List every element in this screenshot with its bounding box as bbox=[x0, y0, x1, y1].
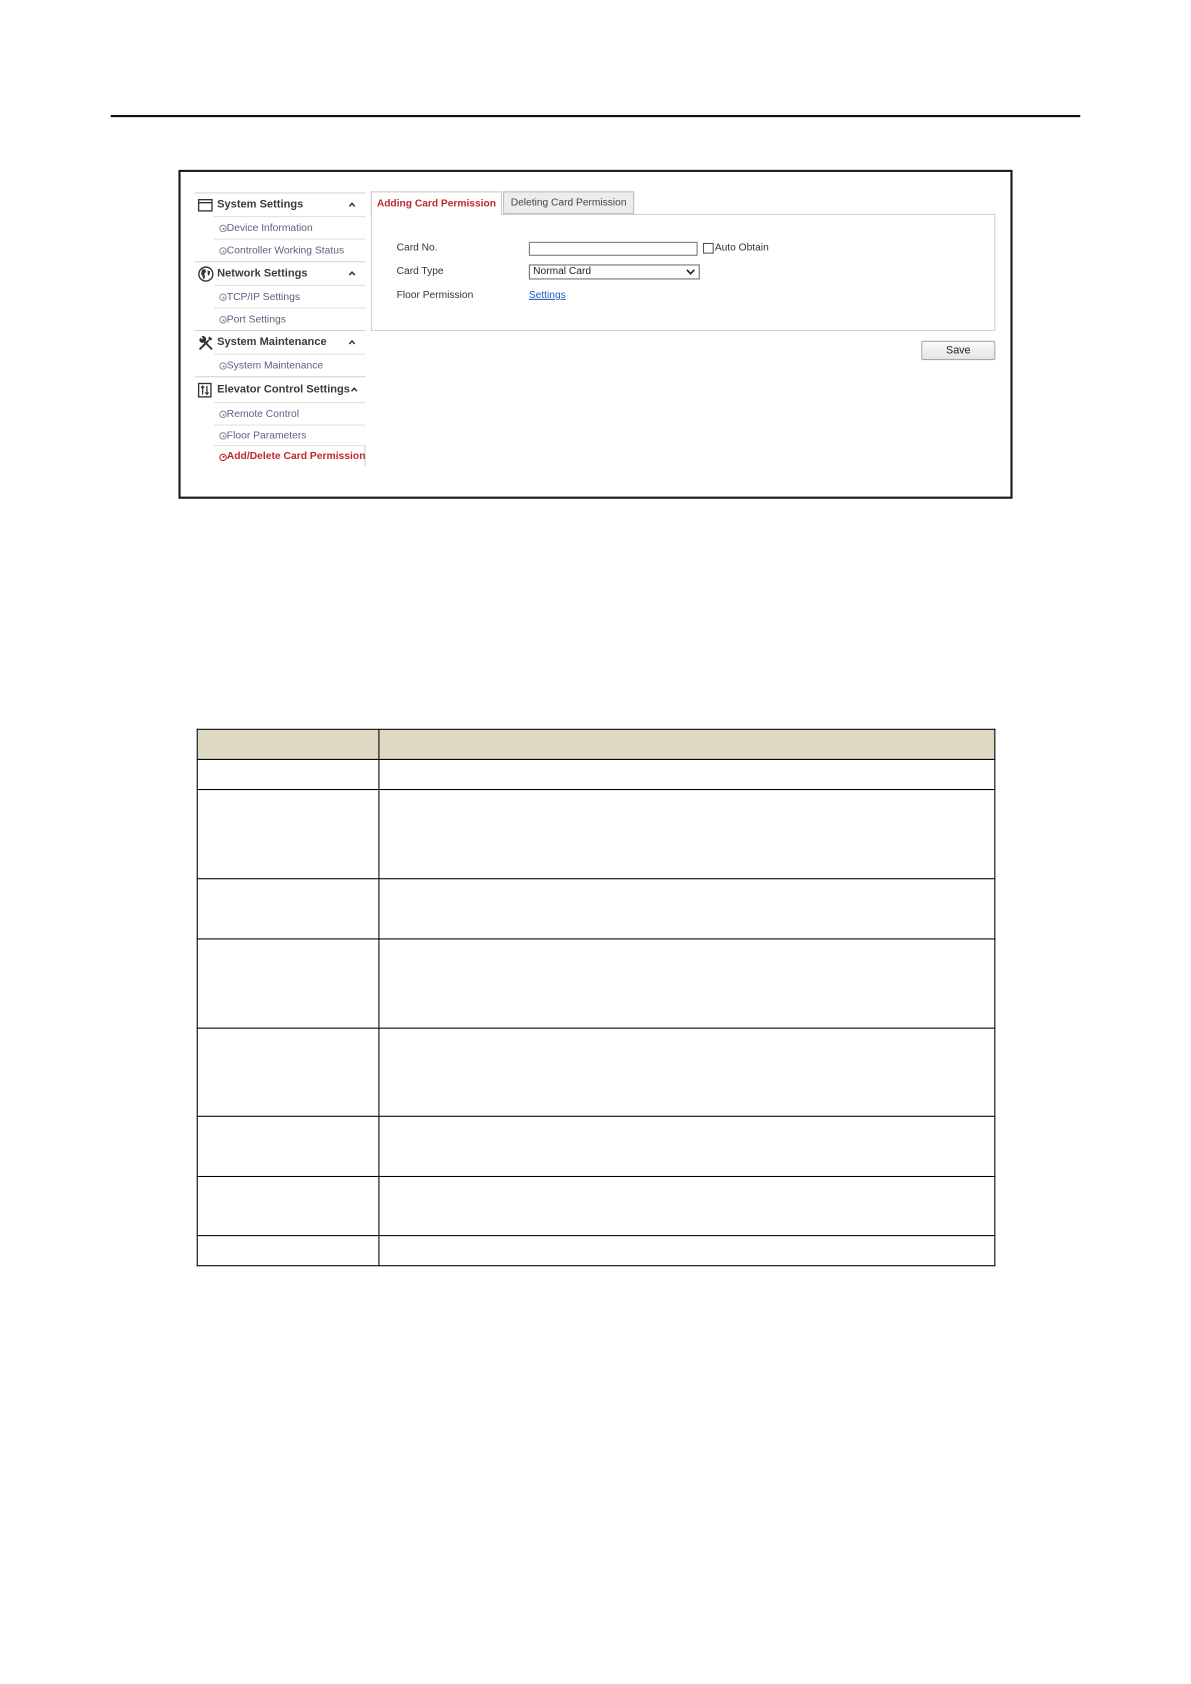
chevron-up-icon[interactable] bbox=[350, 386, 358, 392]
chevron-up-icon[interactable] bbox=[348, 270, 356, 276]
sidebar-section-network-settings[interactable]: Network Settings bbox=[194, 261, 366, 285]
floor-permission-label: Floor Permission bbox=[396, 289, 474, 301]
sidebar-item-label: TCP/IP Settings bbox=[226, 290, 300, 303]
globe-icon bbox=[198, 265, 214, 282]
elevator-icon bbox=[197, 382, 212, 398]
sidebar-item-port-settings[interactable]: Port Settings bbox=[213, 307, 366, 330]
table-cell bbox=[378, 1027, 996, 1117]
auto-obtain-label: Auto Obtain bbox=[714, 241, 769, 254]
sidebar-item-label: Add/Delete Card Permission bbox=[226, 450, 366, 463]
table-cell bbox=[378, 878, 996, 940]
table-row bbox=[196, 878, 996, 940]
table-cell bbox=[196, 788, 380, 880]
screenshot-frame: System Settings Device Information Contr… bbox=[178, 169, 1013, 499]
sidebar-item-tcp-ip-settings[interactable]: TCP/IP Settings bbox=[213, 284, 366, 308]
card-permission-form: Card No. Auto Obtain Card Type Normal Ca… bbox=[370, 213, 996, 332]
sidebar: System Settings Device Information Contr… bbox=[194, 192, 366, 467]
table-cell bbox=[196, 1115, 380, 1178]
chevron-up-icon[interactable] bbox=[348, 339, 356, 344]
table-cell bbox=[196, 1235, 380, 1267]
window-icon bbox=[197, 198, 213, 212]
card-no-label: Card No. bbox=[396, 241, 438, 254]
sidebar-item-floor-parameters[interactable]: Floor Parameters bbox=[213, 424, 366, 445]
table-cell bbox=[196, 938, 380, 1029]
table-row bbox=[196, 938, 996, 1029]
bullet-icon bbox=[219, 410, 227, 419]
table-cell bbox=[378, 788, 996, 880]
sidebar-item-label: Controller Working Status bbox=[226, 244, 345, 257]
card-type-label: Card Type bbox=[396, 265, 444, 278]
table-cell bbox=[378, 1235, 996, 1267]
sidebar-item-label: System Maintenance bbox=[226, 359, 324, 372]
table-row bbox=[196, 758, 996, 791]
sidebar-item-add-delete-card-permission[interactable]: Add/Delete Card Permission bbox=[213, 445, 366, 467]
table-row bbox=[196, 1235, 996, 1267]
sidebar-item-device-information[interactable]: Device Information bbox=[213, 216, 366, 239]
table-cell bbox=[196, 1027, 380, 1117]
table-cell bbox=[378, 1175, 996, 1237]
bullet-icon bbox=[219, 432, 227, 440]
header-rule bbox=[110, 115, 1081, 118]
parameter-table bbox=[196, 728, 996, 1267]
table-header-row bbox=[196, 728, 996, 760]
bullet-icon bbox=[219, 247, 227, 255]
sidebar-item-remote-control[interactable]: Remote Control bbox=[213, 402, 366, 425]
sidebar-item-label: Remote Control bbox=[226, 407, 300, 420]
table-header-cell bbox=[196, 728, 380, 760]
card-type-value: Normal Card bbox=[533, 265, 592, 278]
table-cell bbox=[378, 1115, 996, 1178]
sidebar-item-label: Port Settings bbox=[226, 313, 286, 326]
sidebar-section-label: Network Settings bbox=[217, 267, 308, 280]
sidebar-section-label: Elevator Control Settings bbox=[217, 383, 350, 396]
chevron-down-icon bbox=[686, 269, 696, 275]
bullet-icon bbox=[219, 453, 227, 461]
table-cell bbox=[378, 758, 996, 791]
save-button[interactable]: Save bbox=[921, 340, 996, 361]
bullet-icon bbox=[219, 316, 227, 324]
document-page: System Settings Device Information Contr… bbox=[0, 0, 1191, 1684]
table-cell bbox=[378, 938, 996, 1029]
sidebar-item-label: Device Information bbox=[226, 221, 313, 234]
auto-obtain-checkbox[interactable] bbox=[702, 242, 714, 254]
sidebar-section-system-settings[interactable]: System Settings bbox=[194, 192, 366, 216]
table-row bbox=[196, 1175, 996, 1237]
table-cell bbox=[196, 1175, 380, 1237]
table-cell bbox=[196, 758, 380, 791]
bullet-icon bbox=[219, 293, 227, 301]
table-header-cell bbox=[378, 728, 996, 760]
table-row bbox=[196, 788, 996, 880]
tools-icon bbox=[198, 334, 214, 350]
sidebar-section-label: System Settings bbox=[217, 198, 304, 211]
bullet-icon bbox=[219, 362, 227, 370]
card-type-select[interactable]: Normal Card bbox=[528, 264, 700, 280]
tab-deleting-card-permission[interactable]: Deleting Card Permission bbox=[503, 191, 635, 214]
sidebar-item-controller-working-status[interactable]: Controller Working Status bbox=[213, 238, 366, 262]
sidebar-item-label: Floor Parameters bbox=[226, 429, 307, 442]
tab-adding-card-permission[interactable]: Adding Card Permission bbox=[370, 191, 502, 215]
sidebar-section-elevator-control-settings[interactable]: Elevator Control Settings bbox=[194, 376, 366, 402]
table-cell bbox=[196, 878, 380, 940]
table-row bbox=[196, 1027, 996, 1117]
bullet-icon bbox=[219, 224, 227, 233]
sidebar-section-system-maintenance[interactable]: System Maintenance bbox=[194, 329, 366, 354]
chevron-up-icon[interactable] bbox=[348, 201, 356, 207]
sidebar-item-system-maintenance[interactable]: System Maintenance bbox=[213, 353, 366, 377]
sidebar-section-label: System Maintenance bbox=[217, 336, 327, 349]
table-row bbox=[196, 1115, 996, 1178]
floor-permission-settings-link[interactable]: Settings bbox=[529, 289, 566, 302]
card-no-input[interactable] bbox=[528, 241, 698, 256]
